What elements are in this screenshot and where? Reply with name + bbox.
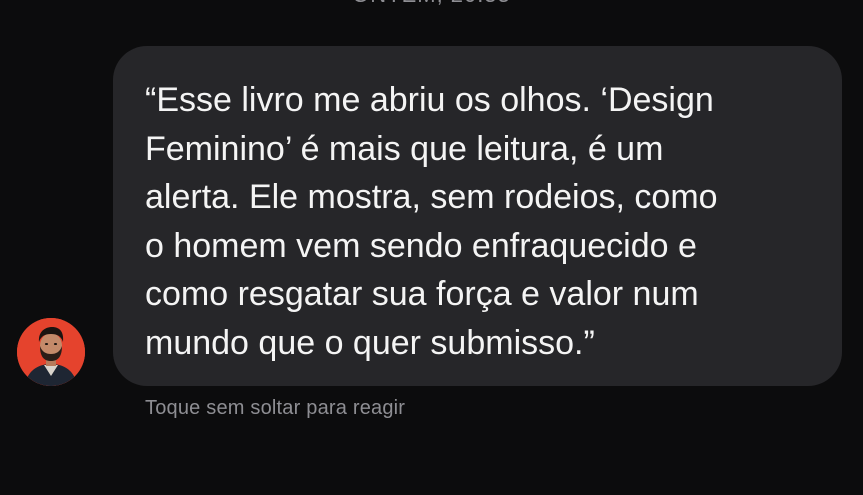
message-text: “Esse livro me abriu os olhos. ‘Design F…	[145, 81, 718, 362]
sender-avatar[interactable]	[17, 318, 85, 386]
message-bubble[interactable]: “Esse livro me abriu os olhos. ‘Design F…	[113, 46, 842, 386]
avatar-icon	[17, 318, 85, 386]
message-timestamp: ONTEM, 20:55	[0, 0, 863, 8]
reaction-hint: Toque sem soltar para reagir	[145, 397, 406, 419]
